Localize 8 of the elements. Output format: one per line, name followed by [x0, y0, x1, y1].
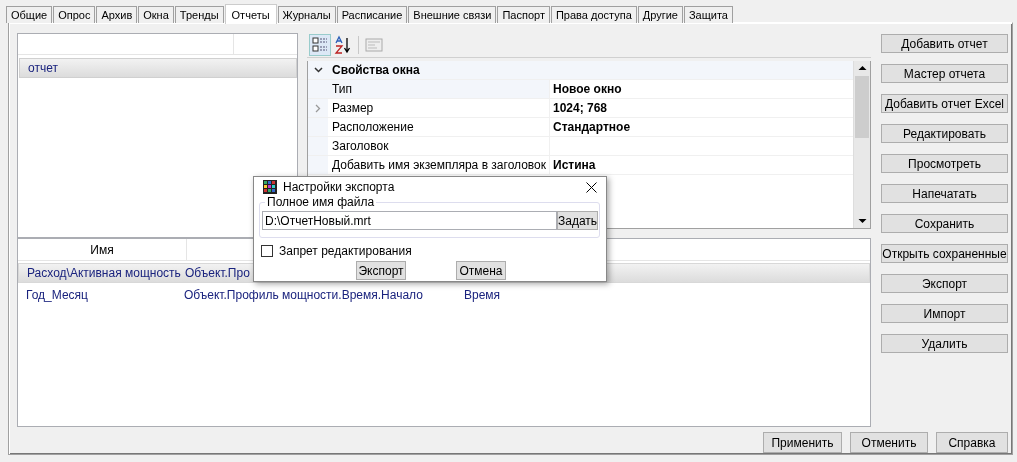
category-label: Свойства окна [331, 63, 420, 77]
group-label: Полное имя файла [265, 195, 377, 209]
table-cell: Объект.Профиль мощности.Время.Начало [184, 288, 423, 302]
table-cell: Время [464, 288, 501, 302]
table-cell: Объект.Про [185, 266, 250, 280]
table-cell: Год_Месяц [26, 288, 88, 302]
table-cell: Расход\Активная мощность [27, 266, 181, 280]
dialog-title: Настройки экспорта [283, 180, 395, 194]
